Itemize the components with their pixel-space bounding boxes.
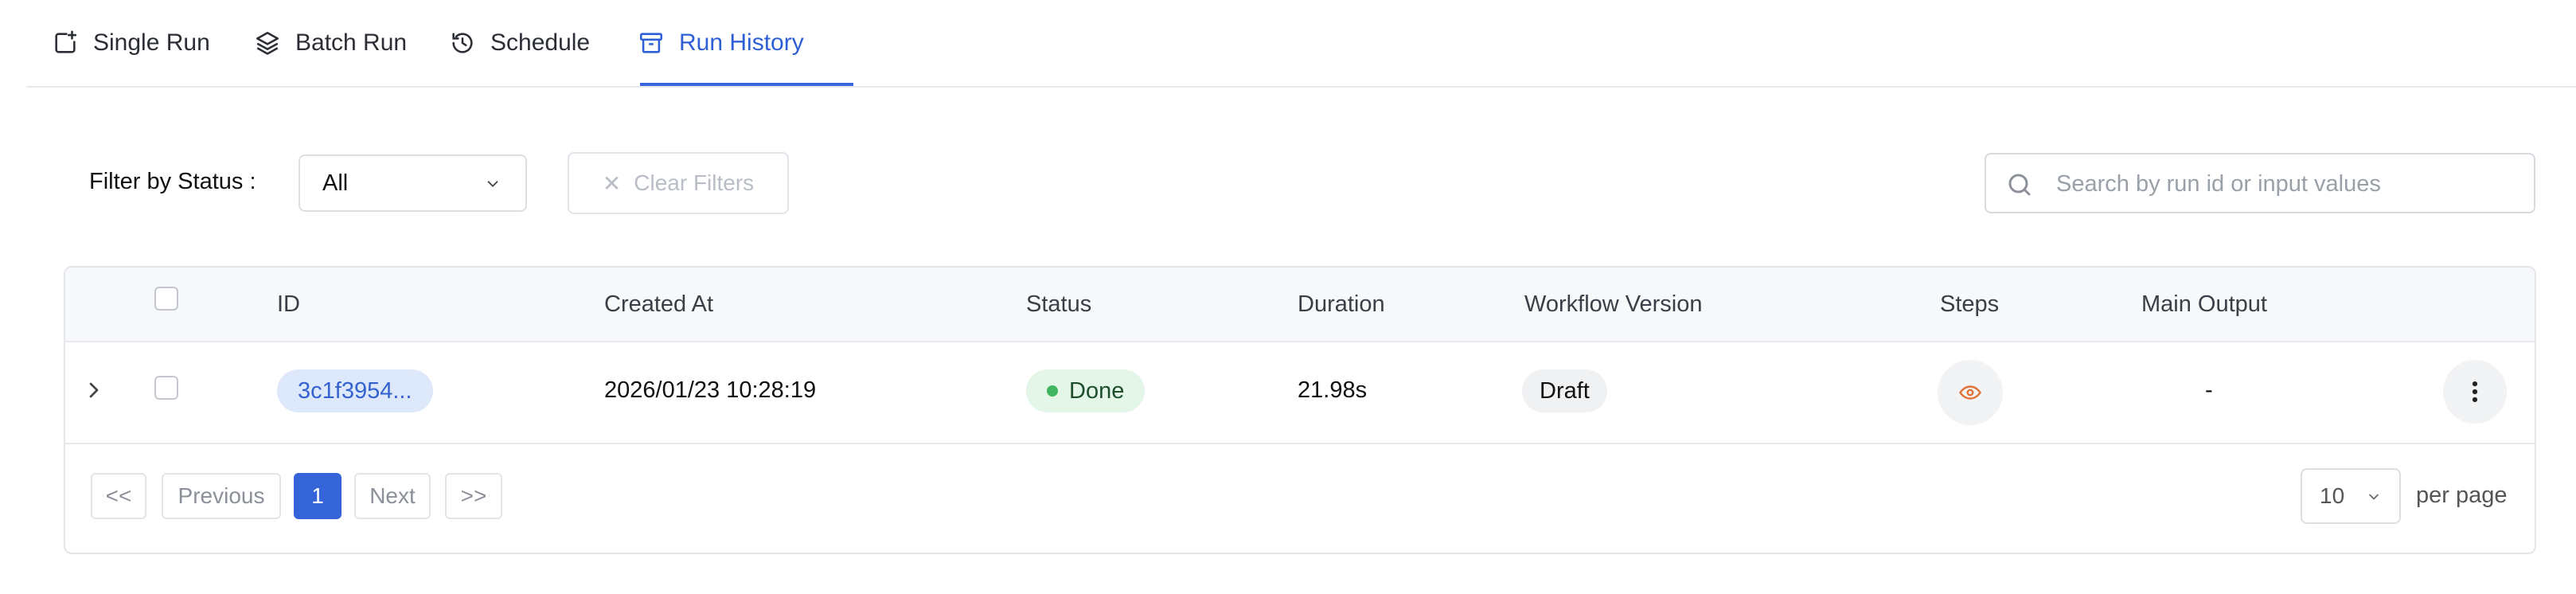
window-plus-icon xyxy=(55,30,77,53)
search-icon xyxy=(2008,174,2031,196)
tab-schedule[interactable]: Schedule xyxy=(449,0,590,86)
tab-run-history[interactable]: Run History xyxy=(638,0,804,86)
select-all-checkbox[interactable] xyxy=(154,287,178,311)
clear-filters-label: Clear Filters xyxy=(634,170,755,195)
clear-filters-button[interactable]: ✕ Clear Filters xyxy=(568,152,789,214)
run-id-link[interactable]: 3c1f3954... xyxy=(277,369,433,412)
search-input[interactable] xyxy=(2055,161,2519,207)
status-filter-select[interactable]: All xyxy=(299,154,527,212)
previous-page-button[interactable]: Previous xyxy=(162,473,281,519)
per-page-select[interactable]: 10 xyxy=(2301,468,2401,524)
per-page-value: 10 xyxy=(2320,483,2345,508)
created-at-cell: 2026/01/23 10:28:19 xyxy=(604,377,817,403)
workflow-version-text: Draft xyxy=(1540,377,1590,404)
tab-label: Schedule xyxy=(490,29,591,56)
workflow-version-badge: Draft xyxy=(1522,369,1607,412)
status-text: Done xyxy=(1069,377,1125,404)
tab-batch-run[interactable]: Batch Run xyxy=(254,0,407,86)
chevron-down-icon xyxy=(487,181,498,187)
table-row: 3c1f3954... 2026/01/23 10:28:19 Done 21.… xyxy=(65,341,2535,444)
column-header-workflow-version: Workflow Version xyxy=(1524,291,1703,317)
tab-label: Single Run xyxy=(93,29,210,56)
column-header-steps: Steps xyxy=(1940,291,2000,317)
eye-icon xyxy=(1959,385,1981,400)
status-badge: Done xyxy=(1026,369,1146,412)
pagination-bar: << Previous 1 Next >> 10 per page xyxy=(65,443,2535,553)
next-page-button[interactable]: Next xyxy=(354,473,431,519)
tab-single-run[interactable]: Single Run xyxy=(52,0,210,86)
history-clock-icon xyxy=(452,33,473,53)
table-header: ID Created At Status Duration Workflow V… xyxy=(65,268,2535,342)
active-tab-indicator xyxy=(640,83,853,86)
duration-cell: 21.98s xyxy=(1298,377,1368,403)
chevron-right-icon[interactable] xyxy=(81,377,107,403)
column-header-id: ID xyxy=(277,291,300,317)
layers-icon xyxy=(256,31,279,55)
per-page-label: per page xyxy=(2416,483,2508,508)
main-output-cell: - xyxy=(2205,377,2213,403)
more-actions-button[interactable] xyxy=(2443,360,2507,424)
run-id-text: 3c1f3954... xyxy=(298,377,412,404)
more-vertical-icon xyxy=(2472,381,2478,403)
status-dot-icon xyxy=(1047,385,1058,397)
column-header-main-output: Main Output xyxy=(2141,291,2267,317)
chevron-down-icon xyxy=(2369,494,2379,500)
search-box xyxy=(1985,153,2535,213)
view-steps-button[interactable] xyxy=(1938,360,2003,425)
tab-label: Run History xyxy=(679,29,804,56)
close-icon: ✕ xyxy=(602,170,622,196)
column-header-created-at: Created At xyxy=(604,291,714,317)
status-filter-value: All xyxy=(322,170,349,196)
page-button-current[interactable]: 1 xyxy=(294,473,342,519)
archive-box-icon xyxy=(639,33,663,53)
run-history-table: ID Created At Status Duration Workflow V… xyxy=(64,266,2536,554)
tab-label: Batch Run xyxy=(295,29,408,56)
column-header-status: Status xyxy=(1026,291,1092,317)
filter-status-label: Filter by Status : xyxy=(89,169,256,194)
first-page-button[interactable]: << xyxy=(91,473,146,519)
last-page-button[interactable]: >> xyxy=(445,473,502,519)
tab-bar: Single Run Batch Run Schedule Run Histor… xyxy=(26,0,2576,88)
column-header-duration: Duration xyxy=(1298,291,1385,317)
row-select-checkbox[interactable] xyxy=(154,376,178,400)
